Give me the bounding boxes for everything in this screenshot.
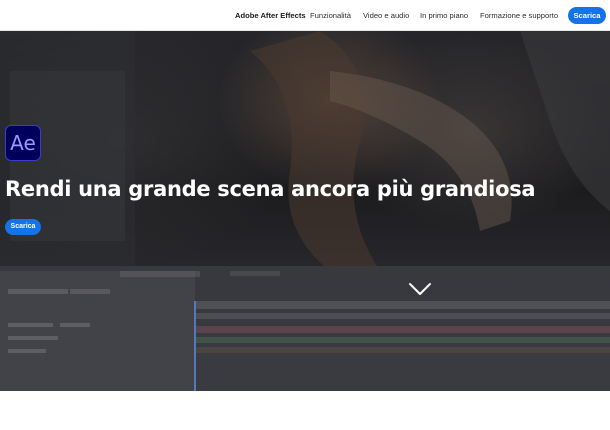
after-effects-logo: Ae bbox=[5, 125, 41, 161]
nav-item-in-primo-piano[interactable]: In primo piano bbox=[420, 0, 468, 31]
top-navigation: Adobe After Effects Funzionalità Video e… bbox=[0, 0, 610, 31]
hero-background-scene bbox=[0, 31, 610, 391]
hero-title: Rendi una grande scena ancora più grandi… bbox=[5, 177, 536, 201]
hero-download-button[interactable]: Scarica bbox=[5, 219, 41, 235]
nav-item-video-audio[interactable]: Video e audio bbox=[363, 0, 409, 31]
nav-download-button[interactable]: Scarica bbox=[568, 7, 606, 24]
nav-item-funzionalita[interactable]: Funzionalità bbox=[310, 0, 351, 31]
after-effects-logo-text: Ae bbox=[10, 131, 36, 155]
nav-item-formazione-supporto[interactable]: Formazione e supporto bbox=[480, 0, 558, 31]
hero-banner: Ae Rendi una grande scena ancora più gra… bbox=[0, 31, 610, 391]
chevron-down-icon[interactable] bbox=[408, 281, 432, 297]
nav-brand-link[interactable]: Adobe After Effects bbox=[235, 0, 306, 31]
